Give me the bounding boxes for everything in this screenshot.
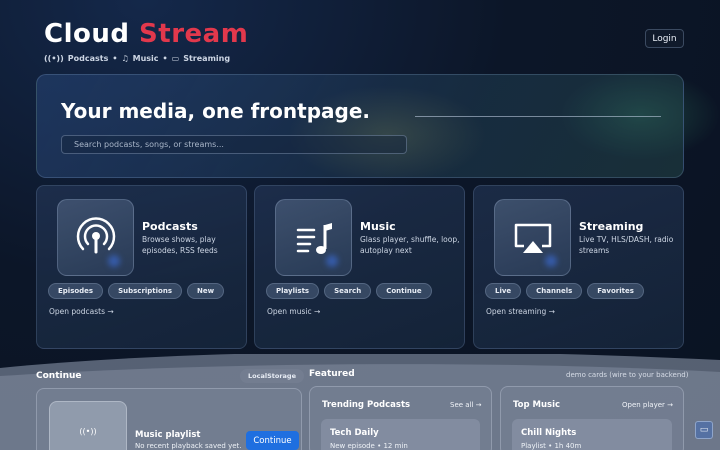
card-chips: Live Channels Favorites: [485, 283, 644, 299]
chip-search[interactable]: Search: [324, 283, 372, 299]
chip-continue[interactable]: Continue: [376, 283, 432, 299]
panel-title: Trending Podcasts: [322, 400, 411, 410]
card-music[interactable]: Music Glass player, shuffle, loop, autop…: [254, 185, 465, 349]
brand-part-2: Stream: [139, 19, 249, 49]
open-streaming-link[interactable]: Open streaming →: [486, 307, 555, 316]
site-header: Cloud Stream ((•)) Podcasts • ♫ Music • …: [44, 18, 248, 63]
card-chips: Playlists Search Continue: [266, 283, 432, 299]
podcasts-tile[interactable]: [57, 199, 134, 276]
tile-glow: [545, 255, 557, 267]
card-title: Streaming: [579, 220, 644, 233]
podcast-icon: [76, 216, 115, 253]
subnav-podcasts[interactable]: Podcasts: [68, 54, 109, 63]
chip-episodes[interactable]: Episodes: [48, 283, 104, 299]
tv-icon: ▭: [171, 54, 180, 63]
separator: •: [112, 54, 118, 63]
featured-note: demo cards (wire to your backend): [566, 371, 689, 379]
item-title: Chill Nights: [521, 428, 577, 438]
trending-podcasts-panel: Trending Podcasts See all → Tech Daily N…: [309, 386, 492, 450]
featured-item[interactable]: Tech Daily New episode • 12 min: [321, 419, 480, 450]
chip-new[interactable]: New: [187, 283, 225, 299]
card-podcasts[interactable]: Podcasts Browse shows, play episodes, RS…: [36, 185, 247, 349]
continue-item-meta: No recent playback saved yet.: [135, 442, 242, 450]
chip-subscriptions[interactable]: Subscriptions: [108, 283, 183, 299]
brand-part-1: Cloud: [44, 19, 130, 49]
hero-title: Your media, one frontpage.: [61, 99, 370, 123]
item-title: Tech Daily: [330, 428, 379, 438]
card-chips: Episodes Subscriptions New: [48, 283, 225, 299]
card-description: Live TV, HLS/DASH, radio streams: [579, 235, 674, 255]
card-description: Browse shows, play episodes, RSS feeds: [142, 235, 218, 255]
chip-channels[interactable]: Channels: [526, 283, 583, 299]
localstorage-badge: LocalStorage: [240, 369, 304, 383]
continue-item-title: Music playlist: [135, 430, 201, 440]
chip-live[interactable]: Live: [485, 283, 522, 299]
featured-item[interactable]: Chill Nights Playlist • 1h 40m: [512, 419, 672, 450]
screen-icon[interactable]: ▭: [695, 421, 713, 439]
continue-button[interactable]: Continue: [246, 431, 299, 450]
chip-favorites[interactable]: Favorites: [587, 283, 644, 299]
card-streaming[interactable]: Streaming Live TV, HLS/DASH, radio strea…: [473, 185, 684, 349]
music-icon: [296, 222, 332, 254]
open-player-link[interactable]: Open player →: [622, 401, 673, 409]
panel-title: Top Music: [513, 400, 561, 410]
subnav-streaming[interactable]: Streaming: [183, 54, 230, 63]
card-description: Glass player, shuffle, loop, autoplay ne…: [360, 235, 460, 255]
hero-panel: Your media, one frontpage. Search podcas…: [36, 74, 684, 178]
top-music-panel: Top Music Open player → Chill Nights Pla…: [500, 386, 684, 450]
streaming-tile[interactable]: [494, 199, 571, 276]
featured-section-title: Featured: [309, 369, 355, 379]
open-podcasts-link[interactable]: Open podcasts →: [49, 307, 114, 316]
podcast-icon: ((•)): [44, 54, 64, 63]
podcast-icon: ((•)): [79, 426, 97, 436]
subnav-music[interactable]: Music: [133, 54, 159, 63]
music-tile[interactable]: [275, 199, 352, 276]
continue-artwork[interactable]: ((•)): [49, 401, 127, 450]
separator: •: [162, 54, 168, 63]
airplay-icon: [514, 223, 551, 253]
see-all-link[interactable]: See all →: [450, 401, 482, 409]
card-title: Music: [360, 220, 396, 233]
login-button[interactable]: Login: [645, 29, 684, 48]
chip-playlists[interactable]: Playlists: [266, 283, 320, 299]
item-meta: Playlist • 1h 40m: [521, 442, 582, 450]
search-input[interactable]: Search podcasts, songs, or streams...: [61, 135, 407, 154]
open-music-link[interactable]: Open music →: [267, 307, 320, 316]
hero-divider: [415, 116, 661, 117]
continue-section-title: Continue: [36, 371, 82, 381]
continue-panel: ((•)) Music playlist No recent playback …: [36, 388, 302, 450]
tile-glow: [326, 255, 338, 267]
brand-logo[interactable]: Cloud Stream: [44, 18, 248, 50]
subnav: ((•)) Podcasts • ♫ Music • ▭ Streaming: [44, 54, 248, 63]
tile-glow: [108, 255, 120, 267]
card-title: Podcasts: [142, 220, 198, 233]
music-icon: ♫: [121, 54, 129, 63]
item-meta: New episode • 12 min: [330, 442, 408, 450]
